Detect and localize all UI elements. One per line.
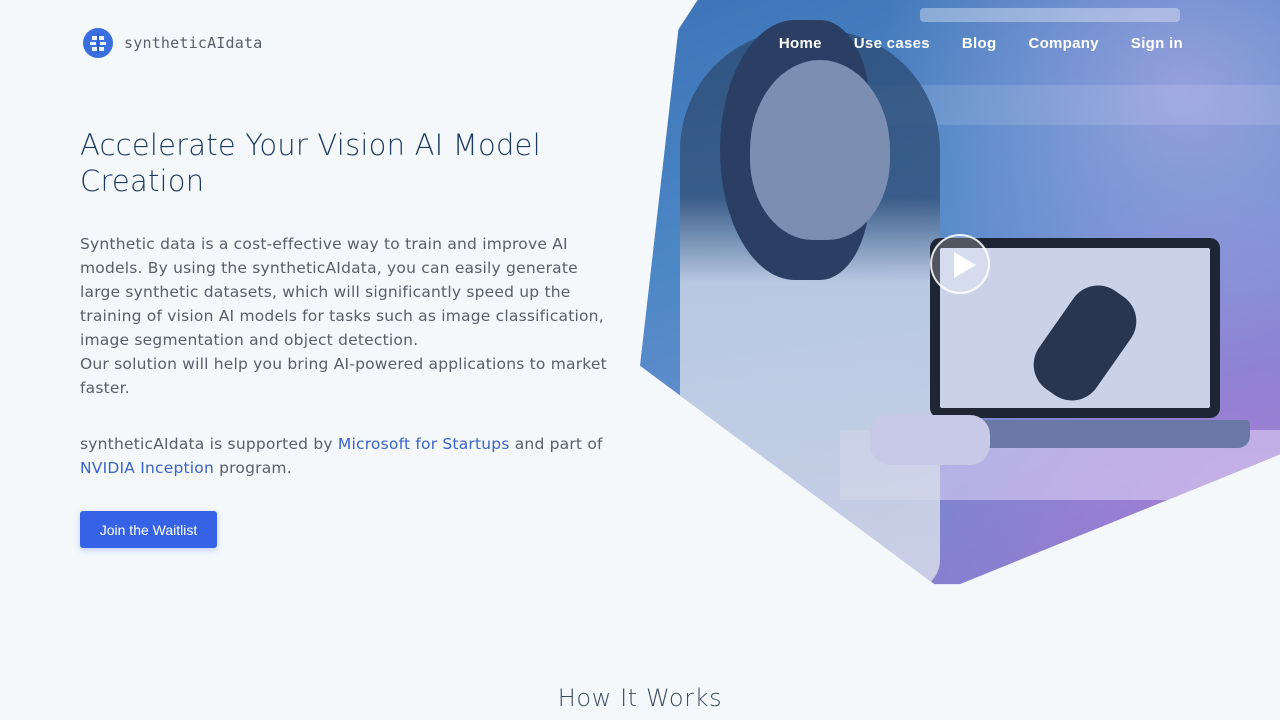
logo-link[interactable]: syntheticAIdata — [82, 27, 262, 59]
nav-company[interactable]: Company — [1028, 35, 1098, 52]
nav-sign-in[interactable]: Sign in — [1131, 35, 1183, 52]
play-icon — [954, 252, 976, 278]
brain-icon — [83, 28, 113, 58]
description-paragraph-1: Synthetic data is a cost-effective way t… — [80, 235, 604, 349]
support-prefix: syntheticAIdata is supported by — [80, 435, 338, 453]
logo-text: syntheticAIdata — [124, 34, 263, 52]
person-hands — [870, 415, 990, 465]
hero-image — [640, 0, 1280, 585]
support-suffix: program. — [214, 459, 292, 477]
nav-use-cases[interactable]: Use cases — [854, 35, 930, 52]
how-it-works-title: How It Works — [557, 684, 723, 712]
support-text: syntheticAIdata is supported by Microsof… — [80, 432, 610, 480]
3d-model — [1021, 273, 1149, 413]
support-middle: and part of — [509, 435, 603, 453]
hero-description: Synthetic data is a cost-effective way t… — [80, 232, 610, 400]
hero-headline: Accelerate Your Vision AI Model Creation — [80, 128, 541, 198]
nav-home[interactable]: Home — [779, 35, 822, 52]
video-play-button[interactable] — [930, 234, 990, 294]
main-nav: Home Use cases Blog Company Sign in — [779, 35, 1183, 52]
nvidia-inception-link[interactable]: NVIDIA Inception — [80, 459, 214, 477]
person-head — [750, 60, 890, 240]
description-paragraph-2: Our solution will help you bring AI-powe… — [80, 355, 607, 397]
ceiling-light — [920, 8, 1180, 22]
join-waitlist-button[interactable]: Join the Waitlist — [80, 511, 217, 548]
microsoft-startups-link[interactable]: Microsoft for Startups — [338, 435, 510, 453]
nav-blog[interactable]: Blog — [962, 35, 997, 52]
